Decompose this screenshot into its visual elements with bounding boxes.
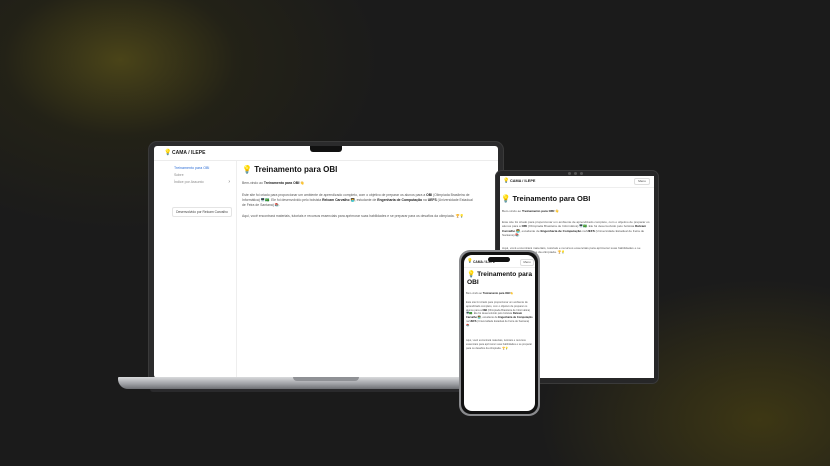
sidebar: Treinamento para OBI Sobre Índice por As… [154, 161, 234, 378]
p1-b4: UEFS [469, 319, 477, 323]
p1-t3: 🧑‍💻, estudante de [515, 228, 541, 233]
intro-emoji: !👋 [299, 181, 305, 185]
intro-prefix: Bem-vindo ao [502, 209, 522, 213]
p1-b4: UEFS [586, 228, 595, 233]
phone-menu-button[interactable]: Menu [520, 259, 534, 266]
intro-prefix: Bem-vindo ao [242, 181, 263, 185]
intro-prefix: Bem-vindo ao [466, 292, 483, 295]
phone-intro-paragraph: Este site foi criado para proporcionar u… [466, 301, 533, 327]
p1-b3: Engenharia de Computação [498, 316, 533, 319]
laptop-opening-lip [293, 377, 359, 381]
p1-t3: 🧑‍💻, estudante de [349, 197, 378, 202]
p1-b4: UEFS [427, 197, 437, 202]
brand-logo[interactable]: CAMA / ILEPE [172, 150, 205, 156]
p1-t1: Este site foi criado para proporcionar u… [242, 193, 427, 197]
tablet-menu-button[interactable]: Menu [634, 178, 650, 185]
phone-resources-paragraph: Aqui, você encontrará materiais, tutoria… [466, 339, 533, 350]
intro-line: Bem-vindo ao Treinamento para OBI!👋 [242, 181, 474, 186]
lightbulb-icon: 💡 [503, 178, 510, 184]
phone-screen: 💡 CAMA / ILEPE Menu 💡 Treinamento para O… [464, 255, 535, 411]
tablet-sensor [574, 172, 577, 175]
tablet-intro-line: Bem-vindo ao Treinamento para OBI!👋 [502, 209, 652, 213]
laptop-screen: 💡 CAMA / ILEPE Treinamento para OBI Sobr… [154, 146, 498, 378]
phone-intro-line: Bem-vindo ao Treinamento para OBI!👋 [466, 292, 533, 296]
camera-notch [310, 146, 342, 152]
intro-emoji: !👋 [554, 209, 559, 213]
p1-b3: Engenharia de Computação [377, 197, 423, 202]
phone-page-title: 💡 Treinamento para OBI [467, 271, 534, 286]
developer-button-label: Desenvolvido por Relcam Carvalho [176, 210, 228, 214]
developer-button[interactable]: Desenvolvido por Relcam Carvalho [172, 207, 232, 217]
page-title-text: Treinamento para OBI [254, 165, 338, 174]
phone-dynamic-island [488, 257, 510, 262]
p1-b3: Engenharia de Computação [540, 228, 582, 233]
tablet-intro-paragraph: Este site foi criado para proporcionar u… [502, 220, 652, 238]
lightbulb-icon: 💡 [164, 150, 172, 156]
title-emoji-icon: 💡 [501, 194, 511, 203]
tablet-camera [568, 172, 571, 175]
intro-bold: Treinamento para OBI [521, 209, 555, 213]
phone-page-title-text: Treinamento para OBI [467, 271, 533, 286]
sidebar-item-index[interactable]: Índice por Assunto › [174, 179, 230, 185]
intro-bold: Treinamento para OBI [263, 181, 300, 185]
p1-b2: Relcam Carvalho [322, 197, 350, 202]
p1-t2: (Olimpíada Brasileira de Informática) 🖥️… [527, 224, 636, 229]
chevron-right-icon: › [228, 179, 230, 185]
laptop-foot [150, 389, 502, 392]
resources-paragraph: Aqui, você encontrará materiais, tutoria… [242, 214, 464, 218]
lightbulb-icon: 💡 [467, 258, 473, 263]
tablet-sensor-2 [580, 172, 583, 175]
tablet-page-title-text: Treinamento para OBI [512, 194, 591, 203]
intro-paragraph: Este site foi criado para proporcionar u… [242, 193, 474, 208]
title-emoji-icon: 💡 [467, 271, 476, 278]
sidebar-item-label: Índice por Assunto [174, 180, 204, 184]
title-emoji-icon: 💡 [242, 165, 252, 174]
tablet-top-bar: 💡 CAMA / ILEPE Menu [500, 176, 654, 188]
sidebar-item-about[interactable]: Sobre [174, 173, 184, 177]
page-title: 💡 Treinamento para OBI [242, 165, 337, 174]
intro-emoji: !👋 [509, 292, 514, 295]
tablet-page-title: 💡 Treinamento para OBI [501, 194, 590, 203]
sidebar-divider [236, 161, 237, 378]
p1-t3: 🧑‍💻, estudante de [477, 316, 499, 319]
tablet-brand-logo[interactable]: CAMA / ILEPE [510, 179, 535, 183]
intro-bold: Treinamento para OBI [482, 292, 510, 295]
sidebar-item-training[interactable]: Treinamento para OBI [174, 166, 209, 170]
